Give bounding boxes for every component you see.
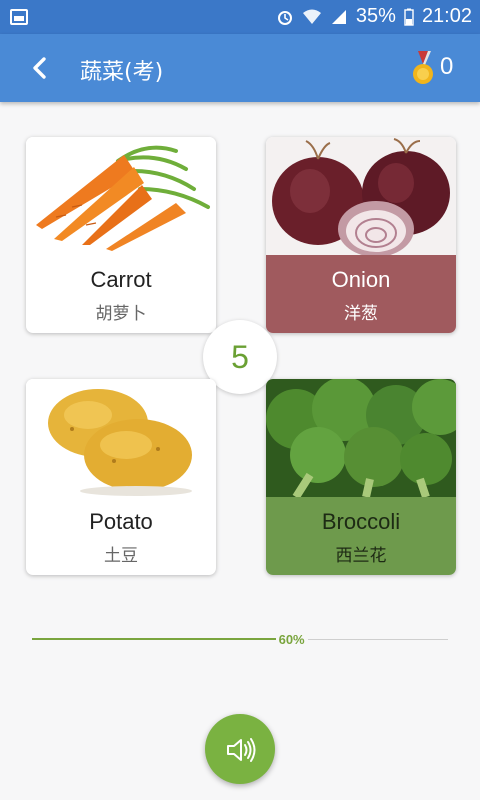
onion-image (266, 137, 456, 255)
broccoli-image (266, 379, 456, 497)
page-title: 蔬菜(考) (80, 60, 164, 85)
progress-percent: 60% (275, 632, 308, 648)
card-label: Onion 洋葱 (266, 255, 456, 333)
status-bar: 35% 21:02 (0, 0, 480, 34)
progress-fill (32, 638, 282, 640)
card-label: Broccoli 西兰花 (266, 497, 456, 575)
medal-icon (413, 51, 433, 84)
back-arrow-icon[interactable] (26, 54, 54, 82)
play-sound-button[interactable] (205, 714, 275, 784)
potato-image (26, 379, 216, 497)
answer-card-onion[interactable]: Onion 洋葱 (266, 137, 456, 333)
score-count: 0 (440, 53, 454, 80)
app-bar: 蔬菜(考) 0 (0, 34, 480, 102)
card-label: Carrot 胡萝卜 (26, 255, 216, 333)
card-translation: 洋葱 (344, 304, 378, 324)
card-word: Onion (331, 267, 391, 292)
answer-card-carrot[interactable]: Carrot 胡萝卜 (26, 137, 216, 333)
wifi-icon (302, 9, 321, 24)
signal-icon (331, 9, 346, 24)
card-word: Carrot (90, 267, 152, 292)
card-word: Potato (89, 509, 153, 534)
carrot-image (26, 137, 216, 255)
clock: 21:02 (421, 5, 472, 27)
card-translation: 胡萝卜 (95, 304, 147, 324)
quiz-progress-bar: 60% (32, 632, 448, 648)
answer-card-potato[interactable]: Potato 土豆 (26, 379, 216, 575)
speaker-icon (227, 738, 256, 762)
card-translation: 西兰花 (335, 546, 387, 566)
battery-icon (404, 8, 414, 26)
card-label: Potato 土豆 (26, 497, 216, 575)
card-word: Broccoli (321, 509, 401, 534)
alarm-icon (277, 10, 292, 25)
card-translation: 土豆 (104, 546, 138, 566)
gallery-notification-icon (10, 9, 28, 25)
battery-percent: 35% (355, 5, 396, 27)
answer-card-broccoli[interactable]: Broccoli 西兰花 (266, 379, 456, 575)
